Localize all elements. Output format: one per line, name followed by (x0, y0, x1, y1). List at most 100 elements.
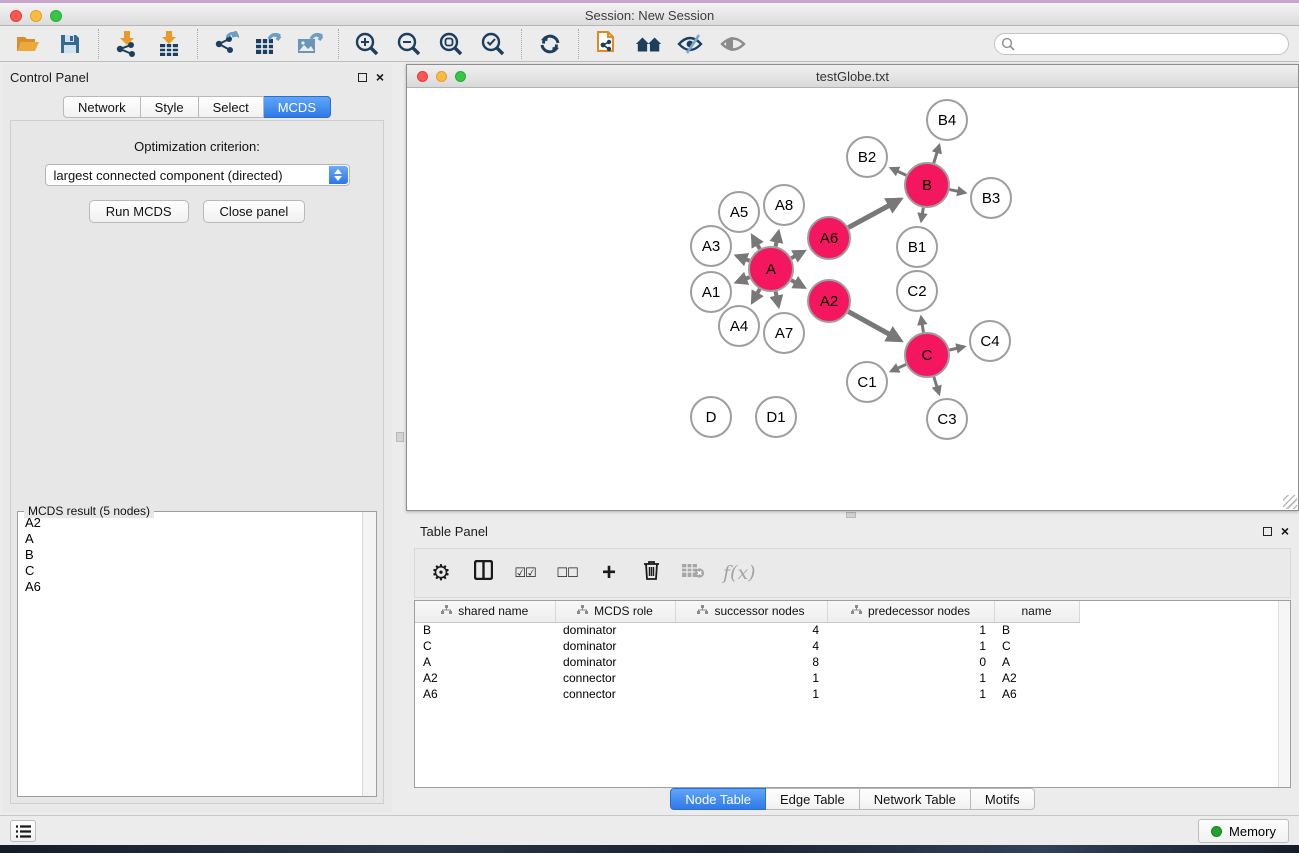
zoom-selected-icon[interactable] (479, 30, 507, 58)
graph-node-B2[interactable]: B2 (847, 137, 887, 177)
graph-node-C1[interactable]: C1 (847, 362, 887, 402)
edge-C-C2[interactable] (921, 317, 923, 332)
graph-node-A5[interactable]: A5 (719, 192, 759, 232)
column-visibility-icon[interactable] (471, 560, 495, 586)
import-network-icon[interactable] (113, 30, 141, 58)
tab-style[interactable]: Style (141, 96, 199, 118)
mcds-result-item[interactable]: C (19, 562, 361, 578)
edge-A-A4[interactable] (753, 289, 760, 302)
float-panel-icon[interactable] (358, 73, 367, 82)
table-row[interactable]: A6connector11A6 (415, 686, 1279, 702)
edge-C-C4[interactable] (949, 347, 964, 350)
edge-A-A5[interactable] (753, 236, 760, 249)
graph-node-D[interactable]: D (691, 397, 731, 437)
table-row[interactable]: Cdominator41C (415, 638, 1279, 654)
graph-node-B1[interactable]: B1 (897, 227, 937, 267)
table-float-panel-icon[interactable] (1263, 527, 1272, 536)
edge-A-A7[interactable] (776, 292, 779, 306)
mcds-result-item[interactable]: A (19, 530, 361, 546)
graph-node-A2[interactable]: A2 (808, 280, 850, 322)
edge-A-A1[interactable] (737, 277, 750, 282)
graph-node-A1[interactable]: A1 (691, 272, 731, 312)
column-header-shared-name[interactable]: shared name (415, 601, 555, 622)
edge-B-B1[interactable] (921, 208, 923, 221)
edge-B-B3[interactable] (950, 190, 965, 193)
tab-node-table[interactable]: Node Table (670, 788, 766, 810)
graph-node-A6[interactable]: A6 (808, 217, 850, 259)
graph-node-A4[interactable]: A4 (719, 306, 759, 346)
refresh-view-icon[interactable] (536, 30, 564, 58)
import-table-icon[interactable] (155, 30, 183, 58)
vertical-split-handle[interactable] (396, 432, 404, 442)
graph-node-A7[interactable]: A7 (764, 313, 804, 353)
column-header-predecessor-nodes[interactable]: predecessor nodes (827, 601, 994, 622)
deselect-all-columns-icon[interactable]: ☐☐ (555, 565, 579, 581)
graph-node-A8[interactable]: A8 (764, 185, 804, 225)
edge-A-A3[interactable] (737, 256, 750, 261)
mcds-result-item[interactable]: A2 (19, 514, 361, 530)
graph-node-D1[interactable]: D1 (756, 397, 796, 437)
mcds-result-list[interactable]: A2ABCA6 (19, 514, 361, 795)
table-settings-gear-icon[interactable]: ⚙ (429, 560, 453, 586)
edge-C-C3[interactable] (934, 377, 939, 394)
hide-panels-icon[interactable] (677, 30, 705, 58)
close-panel-icon[interactable]: × (376, 73, 384, 82)
run-mcds-button[interactable]: Run MCDS (89, 200, 189, 223)
tab-motifs[interactable]: Motifs (971, 788, 1035, 810)
column-header-successor-nodes[interactable]: successor nodes (675, 601, 827, 622)
graph-node-C[interactable]: C (905, 333, 949, 377)
graph-node-B[interactable]: B (905, 163, 949, 207)
memory-button[interactable]: Memory (1198, 819, 1289, 843)
edge-B-B4[interactable] (934, 145, 939, 163)
zoom-fit-icon[interactable] (437, 30, 465, 58)
create-column-icon[interactable]: + (597, 564, 621, 582)
task-history-button[interactable] (10, 820, 36, 842)
graph-node-C4[interactable]: C4 (970, 321, 1010, 361)
graph-node-C2[interactable]: C2 (897, 271, 937, 311)
tab-network-table[interactable]: Network Table (860, 788, 971, 810)
result-list-scrollbar[interactable] (362, 512, 376, 796)
tab-mcds[interactable]: MCDS (264, 96, 331, 118)
table-row[interactable]: Bdominator41B (415, 622, 1279, 638)
delete-column-trash-icon[interactable] (639, 560, 663, 586)
table-row[interactable]: Adominator80A (415, 654, 1279, 670)
clone-network-icon[interactable] (593, 30, 621, 58)
tab-select[interactable]: Select (199, 96, 264, 118)
column-header-name[interactable]: name (994, 601, 1079, 622)
tab-edge-table[interactable]: Edge Table (766, 788, 860, 810)
edge-A-A6[interactable] (791, 252, 803, 259)
export-table-icon[interactable] (254, 30, 282, 58)
graph-node-A[interactable]: A (749, 247, 793, 291)
zoom-out-icon[interactable] (395, 30, 423, 58)
optimization-criterion-select[interactable]: largest connected component (directed) (45, 164, 350, 186)
graph-node-B4[interactable]: B4 (927, 100, 967, 140)
search-input[interactable] (994, 33, 1289, 55)
graph-node-A3[interactable]: A3 (691, 226, 731, 266)
table-scrollbar[interactable] (1278, 601, 1290, 787)
table-row[interactable]: A2connector11A2 (415, 670, 1279, 686)
mcds-result-item[interactable]: A6 (19, 578, 361, 594)
export-network-icon[interactable] (212, 30, 240, 58)
close-panel-button[interactable]: Close panel (203, 200, 306, 223)
tab-network[interactable]: Network (63, 96, 141, 118)
network-canvas[interactable]: B4 B2 B B3 A8A5 A6 A3 B1 A C2 A1 A2 A4A7 C4 C C1 C3 D D1 (407, 88, 1298, 510)
mcds-result-item[interactable]: B (19, 546, 361, 562)
edge-A2-C[interactable] (848, 312, 900, 340)
edge-C-C1[interactable] (891, 364, 906, 371)
window-resize-grip[interactable] (1283, 495, 1297, 509)
edge-A6-B[interactable] (848, 200, 899, 228)
open-session-icon[interactable] (14, 30, 42, 58)
edge-A-A8[interactable] (776, 232, 779, 246)
zoom-in-icon[interactable] (353, 30, 381, 58)
edge-A-A2[interactable] (791, 280, 804, 287)
graph-node-B3[interactable]: B3 (971, 178, 1011, 218)
table-close-panel-icon[interactable]: × (1281, 527, 1289, 536)
graph-node-C3[interactable]: C3 (927, 399, 967, 439)
export-image-icon[interactable] (296, 30, 324, 58)
edge-B-B2[interactable] (891, 168, 906, 175)
show-all-panels-icon[interactable] (635, 30, 663, 58)
select-all-columns-icon[interactable]: ☑☑ (513, 565, 537, 581)
save-session-icon[interactable] (56, 30, 84, 58)
column-header-MCDS-role[interactable]: MCDS role (555, 601, 675, 622)
show-graphics-details-icon[interactable] (719, 30, 747, 58)
